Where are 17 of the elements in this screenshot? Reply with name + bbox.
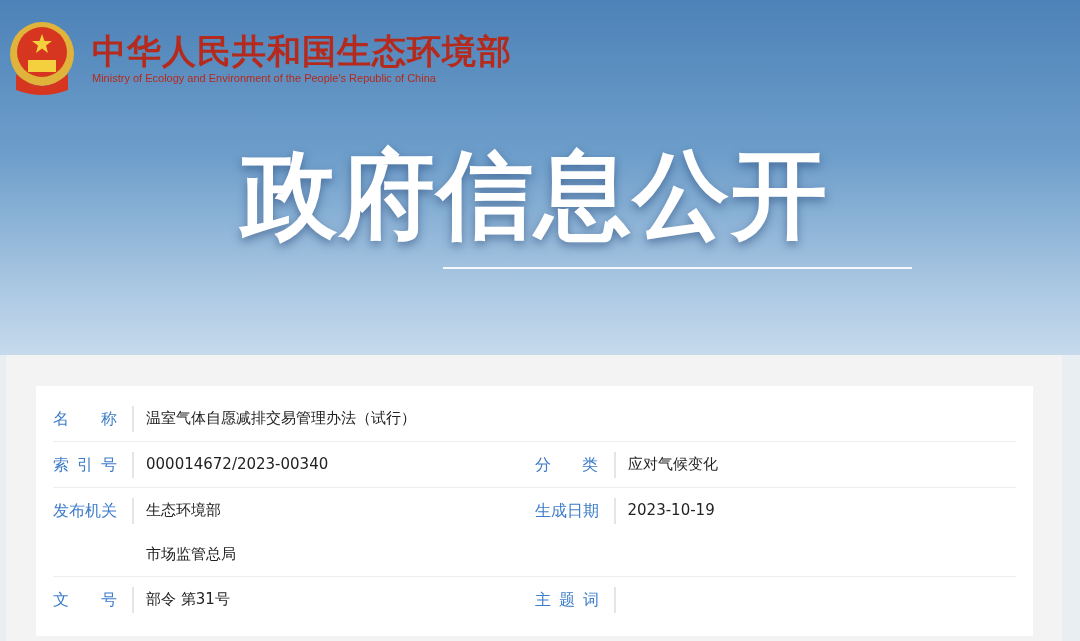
field-value: 市场监管总局: [146, 544, 236, 565]
site-title: 中华人民共和国生态环境部: [92, 31, 512, 71]
field-label: 主 题 词: [534, 589, 599, 611]
field-label: 分 类: [534, 454, 599, 476]
site-subtitle: Ministry of Ecology and Environment of the People's Republic of China: [92, 71, 437, 85]
field-value: 应对气候变化: [627, 454, 718, 475]
field-label: 生成日期: [534, 500, 599, 522]
field-label: 文 号: [53, 589, 117, 611]
field-value: 2023-10-19: [627, 500, 715, 521]
field-label: 发布机关: [53, 500, 117, 522]
field-label: 名 称: [53, 408, 117, 430]
field-value: 温室气体自愿减排交易管理办法（试行）: [146, 408, 416, 429]
field-value: 生态环境部: [146, 500, 222, 521]
banner-title: 政府信息公开: [238, 140, 830, 250]
field-value: 000014672/2023-00340: [146, 454, 329, 475]
field-value: 部令 第31号: [146, 589, 230, 610]
field-label: 索 引 号: [53, 454, 117, 476]
